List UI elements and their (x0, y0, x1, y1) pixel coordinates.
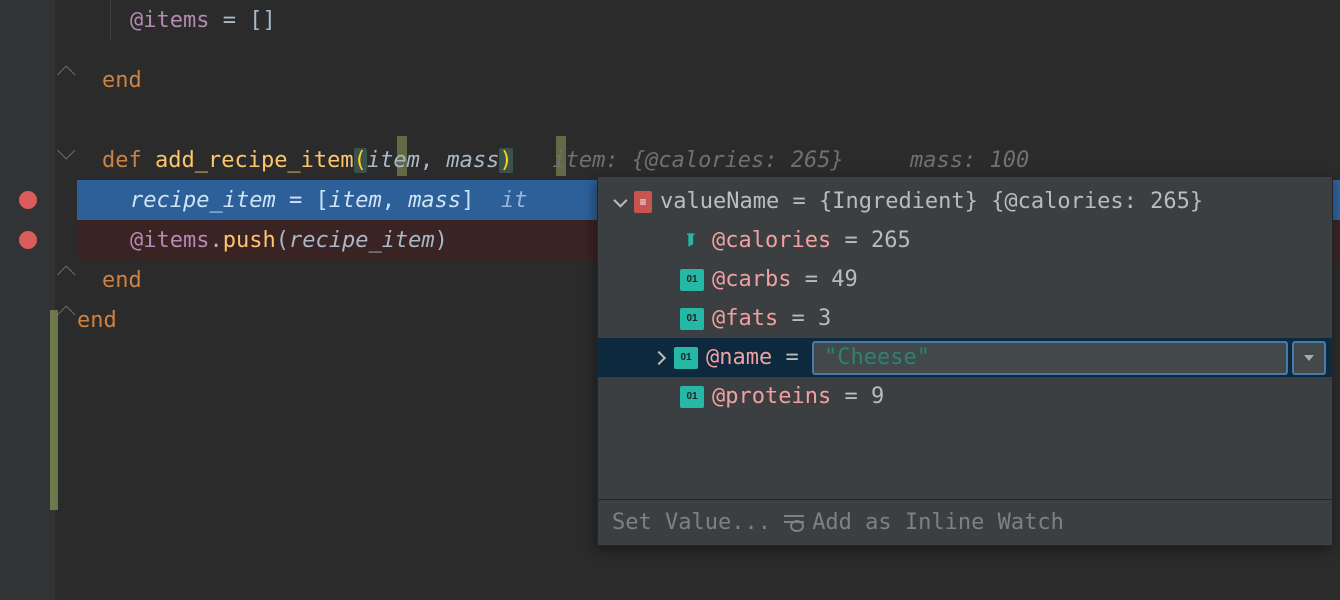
number-field-icon: 01 (680, 308, 704, 330)
var-name: valueName (660, 189, 779, 214)
fold-open-icon[interactable] (57, 144, 73, 160)
add-inline-watch-action[interactable]: Add as Inline Watch (812, 510, 1064, 535)
equals: = (791, 267, 831, 292)
number-field-icon: 01 (680, 386, 704, 408)
keyword-end: end (102, 68, 142, 93)
method-call: push (223, 228, 276, 253)
expand-toggle-icon[interactable] (608, 191, 630, 213)
param-item: item (329, 188, 382, 213)
local-var: recipe_item (130, 188, 276, 213)
inline-hint-truncated: it (474, 188, 527, 213)
var-row-name-editing[interactable]: 01 @name = (598, 338, 1332, 377)
code-line[interactable]: end (102, 60, 1340, 100)
paren-open: ( (276, 228, 289, 253)
param-mass: mass (446, 148, 499, 173)
var-row-carbs[interactable]: 01 @carbs = 49 (598, 260, 1332, 299)
breakpoint-dot[interactable] (19, 231, 37, 249)
number-field-icon: 01 (674, 347, 698, 369)
pinned-field-icon (680, 230, 704, 252)
tooltip-footer: Set Value... Add as Inline Watch (598, 499, 1332, 545)
bracket-close: ] (461, 188, 474, 213)
array-literal: [] (249, 8, 276, 33)
field-name: @calories (712, 228, 831, 253)
keyword-end: end (102, 268, 142, 293)
value-edit-cell[interactable] (812, 341, 1288, 375)
code-line[interactable]: def add_recipe_item ( item , mass ) item… (102, 140, 1340, 180)
equals: = (772, 345, 812, 370)
var-row-root[interactable]: valueName = {Ingredient} {@calories: 265… (598, 182, 1332, 221)
operator: = (276, 188, 316, 213)
inline-watch-icon (784, 513, 806, 533)
var-row-calories[interactable]: @calories = 265 (598, 221, 1332, 260)
instance-variable: @items (130, 8, 209, 33)
field-name: @proteins (712, 384, 831, 409)
breakpoint-dot[interactable] (19, 191, 37, 209)
number-field-icon: 01 (680, 269, 704, 291)
code-line[interactable]: @items = [] (130, 0, 1340, 40)
argument: recipe_item (289, 228, 435, 253)
inline-hint: item: {@calories: 265} mass: 100 (513, 148, 1030, 173)
var-type: {Ingredient} (819, 189, 991, 214)
fold-close-icon[interactable] (57, 264, 73, 280)
param-mass: mass (408, 188, 461, 213)
method-name: add_recipe_item (155, 148, 354, 173)
var-row-proteins[interactable]: 01 @proteins = 9 (598, 377, 1332, 416)
debug-value-tooltip[interactable]: valueName = {Ingredient} {@calories: 265… (597, 176, 1333, 546)
equals: = (831, 228, 871, 253)
var-row-fats[interactable]: 01 @fats = 3 (598, 299, 1332, 338)
bracket-open: [ (315, 188, 328, 213)
param-item: item (367, 148, 420, 173)
comma: , (420, 148, 447, 173)
dot: . (209, 228, 222, 253)
paren-close: ) (435, 228, 448, 253)
field-name: @fats (712, 306, 778, 331)
paren-open: ( (354, 148, 367, 173)
value-edit-input[interactable] (824, 345, 1276, 370)
equals: = (779, 189, 819, 214)
fold-close-icon[interactable] (57, 64, 73, 80)
fold-close-icon[interactable] (57, 304, 73, 320)
field-value: 9 (871, 384, 884, 409)
equals: = (778, 306, 818, 331)
tooltip-body: valueName = {Ingredient} {@calories: 265… (598, 177, 1332, 499)
operator: = (209, 8, 249, 33)
paren-close: ) (499, 148, 512, 173)
field-value: 49 (831, 267, 858, 292)
keyword-def: def (102, 148, 155, 173)
keyword-end: end (77, 308, 117, 333)
field-value: 3 (818, 306, 831, 331)
value-edit-dropdown[interactable] (1292, 341, 1326, 375)
object-icon (634, 191, 652, 213)
equals: = (831, 384, 871, 409)
field-value: 265 (871, 228, 911, 253)
comma: , (382, 188, 409, 213)
set-value-action[interactable]: Set Value... (612, 510, 784, 535)
var-value: {@calories: 265} (991, 189, 1203, 214)
code-editor[interactable]: @items = [] end def add_recipe_item ( it… (0, 0, 1340, 600)
gutter[interactable] (0, 0, 55, 600)
instance-variable: @items (130, 228, 209, 253)
expand-toggle-icon[interactable] (648, 347, 670, 369)
field-name: @carbs (712, 267, 791, 292)
field-name: @name (706, 345, 772, 370)
